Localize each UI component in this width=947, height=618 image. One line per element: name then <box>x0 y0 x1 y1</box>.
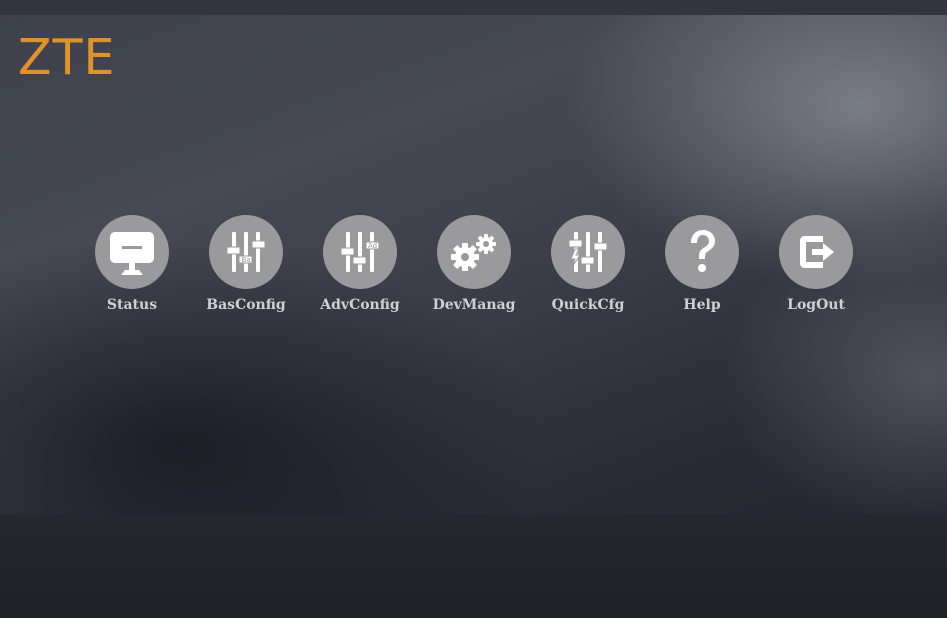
menu-item-help[interactable]: Help <box>652 215 752 320</box>
menu-label-status: Status <box>106 297 158 313</box>
sliders-icon: Ba <box>209 215 283 289</box>
menu-item-logout[interactable]: LogOut <box>766 215 866 320</box>
ba-badge: Ba <box>241 256 250 264</box>
menu-label-logout: LogOut <box>787 297 845 313</box>
sliders-bolt-icon <box>551 215 625 289</box>
menu-item-status[interactable]: Status <box>82 215 182 320</box>
logout-icon <box>779 215 853 289</box>
menu-label-advconfig: AdvConfig <box>320 297 400 313</box>
monitor-icon <box>95 215 169 289</box>
footer-bar <box>0 515 947 618</box>
menu-item-basconfig[interactable]: Ba BasConfig <box>196 215 296 320</box>
menu-label-quickcfg: QuickCfg <box>551 297 625 313</box>
menu-label-help: Help <box>683 297 721 313</box>
menu-label-basconfig: BasConfig <box>206 297 286 313</box>
menu-item-devmanag[interactable]: DevManag <box>424 215 524 320</box>
menu-label-devmanag: DevManag <box>432 297 516 313</box>
gears-icon <box>437 215 511 289</box>
question-icon <box>665 215 739 289</box>
top-strip <box>0 0 947 15</box>
menu-item-quickcfg[interactable]: QuickCfg <box>538 215 638 320</box>
menu-item-advconfig[interactable]: Ad AdvConfig <box>310 215 410 320</box>
main-menu: Status Ba BasConfig Ad AdvConfig DevMana… <box>0 215 947 325</box>
ad-badge: Ad <box>368 242 377 250</box>
sliders-icon: Ad <box>323 215 397 289</box>
zte-logo: ZTE <box>18 29 116 86</box>
